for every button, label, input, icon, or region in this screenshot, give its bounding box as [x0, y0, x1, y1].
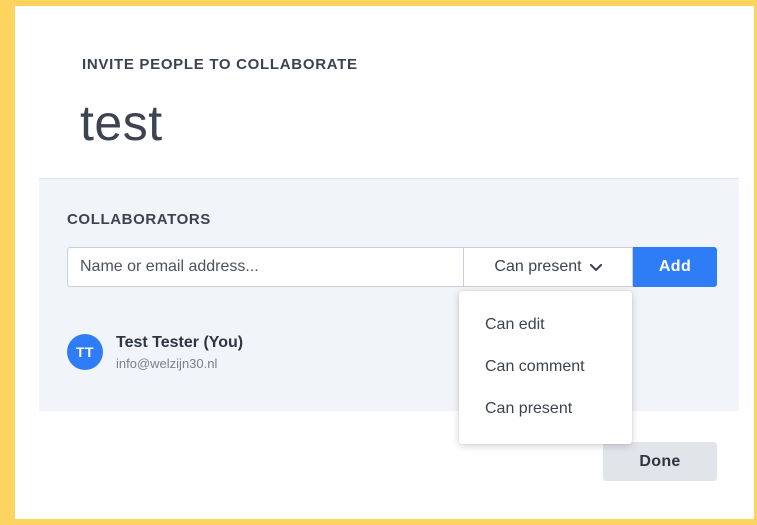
chevron-down-icon: [589, 259, 602, 277]
collaborator-name: Test Tester (You): [116, 334, 244, 351]
permission-select[interactable]: Can present: [463, 247, 633, 287]
menu-item-can-edit[interactable]: Can edit: [485, 316, 545, 334]
email-field[interactable]: [67, 247, 464, 287]
collaborator-email: info@welzijn30.nl: [116, 356, 218, 371]
permission-select-value: Can present: [494, 258, 582, 275]
add-button[interactable]: Add: [633, 247, 717, 287]
menu-item-can-present[interactable]: Can present: [485, 400, 572, 418]
menu-item-can-comment[interactable]: Can comment: [485, 358, 585, 376]
avatar: TT: [67, 334, 103, 370]
page-title: test: [80, 95, 163, 151]
collaborators-section-label: COLLABORATORS: [67, 211, 211, 228]
done-button[interactable]: Done: [603, 442, 717, 481]
permission-dropdown-menu: Can edit Can comment Can present: [459, 291, 632, 444]
invite-row: Can present Add: [67, 247, 717, 287]
dialog-eyebrow: INVITE PEOPLE TO COLLABORATE: [82, 56, 358, 73]
